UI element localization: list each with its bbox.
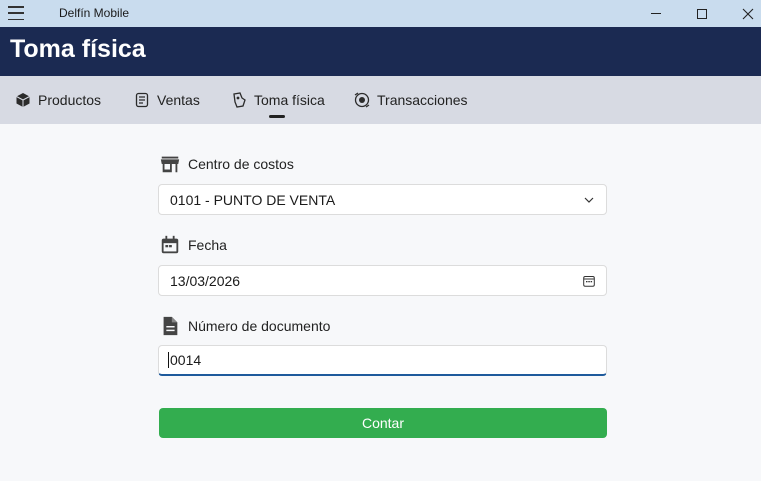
window-titlebar: Delfín Mobile: [0, 0, 761, 27]
contar-button[interactable]: Contar: [159, 408, 607, 438]
close-button[interactable]: [725, 0, 761, 27]
fecha-value: 13/03/2026: [170, 272, 241, 289]
minimize-button[interactable]: [633, 0, 679, 27]
close-icon: [742, 8, 754, 19]
centro-label-row: Centro de costos: [158, 152, 294, 176]
app-name: Delfín Mobile: [59, 6, 130, 20]
calendar-icon: [158, 233, 182, 257]
chevron-down-icon: [582, 193, 596, 207]
transactions-icon: [353, 91, 371, 109]
tab-productos[interactable]: Productos: [14, 76, 101, 124]
fecha-label: Fecha: [188, 237, 227, 253]
numero-documento-input[interactable]: 0014: [158, 345, 607, 376]
centro-costos-select[interactable]: 0101 - PUNTO DE VENTA: [158, 184, 607, 215]
documento-label-row: Número de documento: [158, 314, 330, 338]
receipt-icon: [133, 91, 151, 109]
hand-icon: [230, 91, 248, 109]
documento-label: Número de documento: [188, 318, 331, 334]
page-title: Toma física: [10, 35, 146, 63]
tab-bar: Productos Ventas Toma física Transaccion…: [0, 76, 761, 124]
store-icon: [158, 152, 182, 176]
tab-ventas[interactable]: Ventas: [133, 76, 200, 124]
hamburger-menu-icon[interactable]: [8, 6, 24, 20]
fecha-label-row: Fecha: [158, 233, 227, 257]
document-icon: [158, 314, 182, 338]
centro-value: 0101 - PUNTO DE VENTA: [170, 191, 336, 208]
box-icon: [14, 91, 32, 109]
fecha-date-picker[interactable]: 13/03/2026: [158, 265, 607, 296]
tab-label: Productos: [38, 92, 102, 108]
page-header: Toma física: [0, 27, 761, 76]
documento-value: 0014: [170, 352, 202, 368]
minimize-icon: [651, 13, 661, 14]
active-tab-indicator: [269, 115, 285, 118]
tab-label: Toma física: [254, 92, 325, 108]
text-cursor: [168, 352, 169, 368]
calendar-picker-icon[interactable]: [582, 274, 596, 288]
tab-label: Ventas: [157, 92, 200, 108]
centro-label: Centro de costos: [188, 156, 294, 172]
maximize-icon: [697, 8, 707, 19]
tab-transacciones[interactable]: Transacciones: [353, 76, 468, 124]
tab-label: Transacciones: [377, 92, 468, 108]
maximize-button[interactable]: [679, 0, 725, 27]
